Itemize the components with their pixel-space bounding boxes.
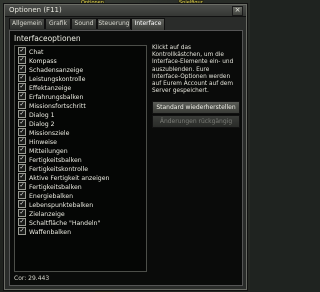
checkbox[interactable]: ✓ [18, 164, 26, 172]
option-mitteilungen[interactable]: ✓ Mitteilungen [18, 146, 144, 156]
option-dialog-2[interactable]: ✓ Dialog 2 [18, 119, 144, 129]
checkbox[interactable]: ✓ [18, 146, 26, 154]
option-effektanzeige[interactable]: ✓ Effektanzeige [18, 83, 144, 93]
options-window: Optionen (F11) × Allgemein Grafik Sound … [4, 4, 247, 290]
checkbox[interactable]: ✓ [18, 47, 26, 55]
option-label: Kompass [29, 58, 57, 65]
options-list: ✓ Chat ✓ Kompass ✓ Schadensanzeige ✓ Leistun… [14, 45, 147, 272]
option-zielanzeige[interactable]: ✓ Zielanzeige [18, 209, 144, 219]
option-fertigkeitsbalken-2[interactable]: ✓ Fertigkeitsbalken [18, 182, 144, 192]
option-chat[interactable]: ✓ Chat [18, 47, 144, 57]
option-missionsfortschritt[interactable]: ✓ Missionsfortschritt [18, 101, 144, 111]
window-title: Optionen (F11) [9, 6, 62, 14]
checkbox[interactable]: ✓ [18, 173, 26, 181]
option-kompass[interactable]: ✓ Kompass [18, 56, 144, 66]
option-label: Fertigkeitsbalken [29, 157, 82, 164]
option-label: Dialog 2 [29, 121, 55, 128]
tab-allgemein[interactable]: Allgemein [9, 18, 45, 29]
checkbox[interactable]: ✓ [18, 218, 26, 226]
checkbox[interactable]: ✓ [18, 137, 26, 145]
option-label: Effektanzeige [29, 85, 72, 92]
tab-interface[interactable]: Interface [131, 18, 165, 30]
checkbox[interactable]: ✓ [18, 74, 26, 82]
option-schadensanzeige[interactable]: ✓ Schadensanzeige [18, 65, 144, 75]
option-handeln[interactable]: ✓ Schaltfläche "Handeln" [18, 218, 144, 228]
checkbox[interactable]: ✓ [18, 227, 26, 235]
option-label: Missionsziele [29, 130, 70, 137]
option-label: Fertigkeitskontrolle [29, 166, 89, 173]
interface-panel: Interfaceoptionen ✓ Chat ✓ Kompass ✓ Schade… [9, 30, 243, 286]
option-label: Hinweise [29, 139, 57, 146]
status-text: Cor: 29.443 [14, 275, 50, 282]
option-label: Erfahrungsbalken [29, 94, 84, 101]
option-lebenspunktebalken[interactable]: ✓ Lebenspunktebalken [18, 200, 144, 210]
option-label: Energiebalken [29, 193, 74, 200]
option-energiebalken[interactable]: ✓ Energiebalken [18, 191, 144, 201]
option-label: Mitteilungen [29, 148, 68, 155]
checkbox[interactable]: ✓ [18, 191, 26, 199]
checkbox[interactable]: ✓ [18, 209, 26, 217]
option-label: Zielanzeige [29, 211, 65, 218]
section-title: Interfaceoptionen [14, 34, 81, 43]
option-fertigkeitsbalken[interactable]: ✓ Fertigkeitsbalken [18, 155, 144, 165]
checkbox[interactable]: ✓ [18, 101, 26, 109]
option-label: Dialog 1 [29, 112, 55, 119]
option-leistungskontrolle[interactable]: ✓ Leistungskontrolle [18, 74, 144, 84]
option-label: Lebenspunktebalken [29, 202, 94, 209]
tab-steuerung[interactable]: Steuerung [97, 18, 131, 29]
option-fertigkeitskontrolle[interactable]: ✓ Fertigkeitskontrolle [18, 164, 144, 174]
option-missionsziele[interactable]: ✓ Missionsziele [18, 128, 144, 138]
checkbox[interactable]: ✓ [18, 110, 26, 118]
option-erfahrungsbalken[interactable]: ✓ Erfahrungsbalken [18, 92, 144, 102]
option-label: Chat [29, 49, 44, 56]
option-waffenbalken[interactable]: ✓ Waffenbalken [18, 227, 144, 237]
close-button[interactable]: × [232, 6, 243, 16]
option-label: Schaltfläche "Handeln" [29, 220, 101, 227]
option-label: Missionsfortschritt [29, 103, 86, 110]
titlebar[interactable]: Optionen (F11) × [5, 5, 246, 17]
checkbox[interactable]: ✓ [18, 200, 26, 208]
checkbox[interactable]: ✓ [18, 128, 26, 136]
option-label: Waffenbalken [29, 229, 72, 236]
checkbox[interactable]: ✓ [18, 65, 26, 73]
option-label: Schadensanzeige [29, 67, 84, 74]
tab-grafik[interactable]: Grafik [45, 18, 71, 29]
option-aktive-fertigkeit[interactable]: ✓ Aktive Fertigkeit anzeigen [18, 173, 144, 183]
checkbox[interactable]: ✓ [18, 155, 26, 163]
undo-changes-button[interactable]: Änderungen rückgängig [152, 115, 240, 128]
description-text: Klickt auf das Kontrollkästchen, um die … [152, 45, 234, 95]
checkbox[interactable]: ✓ [18, 56, 26, 64]
restore-defaults-button[interactable]: Standard wiederherstellen [152, 101, 240, 114]
checkbox[interactable]: ✓ [18, 182, 26, 190]
option-label: Fertigkeitsbalken [29, 184, 82, 191]
checkbox[interactable]: ✓ [18, 92, 26, 100]
checkbox[interactable]: ✓ [18, 119, 26, 127]
checkbox[interactable]: ✓ [18, 83, 26, 91]
option-hinweise[interactable]: ✓ Hinweise [18, 137, 144, 147]
tab-sound[interactable]: Sound [71, 18, 97, 29]
option-dialog-1[interactable]: ✓ Dialog 1 [18, 110, 144, 120]
option-label: Leistungskontrolle [29, 76, 86, 83]
option-label: Aktive Fertigkeit anzeigen [29, 175, 110, 182]
